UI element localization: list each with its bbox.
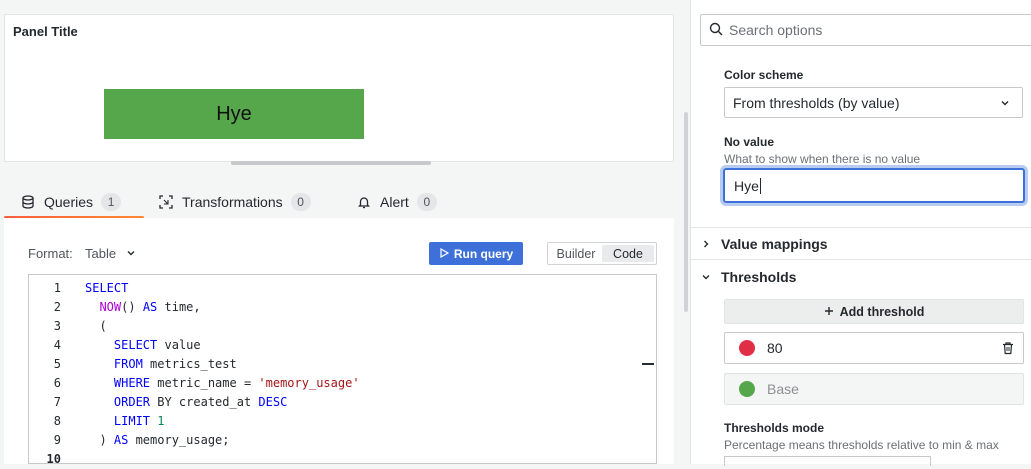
plus-icon (824, 305, 834, 319)
code-line: 7 ORDER BY created_at DESC (53, 395, 288, 409)
thresholds-mode-label: Thresholds mode (724, 421, 825, 435)
code-line: 9 ) AS memory_usage; (53, 433, 230, 447)
color-scheme-value: From thresholds (by value) (733, 94, 900, 111)
value-mappings-section[interactable]: Value mappings (701, 232, 828, 256)
chevron-down-icon (126, 246, 136, 261)
format-select[interactable]: Table (85, 246, 136, 261)
add-threshold-button[interactable]: Add threshold (724, 299, 1024, 324)
builder-mode-button[interactable]: Builder (550, 245, 602, 262)
add-threshold-label: Add threshold (839, 304, 925, 319)
search-options-input[interactable] (729, 22, 1019, 38)
left-scrollbar[interactable] (684, 112, 688, 312)
chevron-down-icon (1000, 95, 1010, 111)
editor-overview-marker (642, 363, 654, 365)
format-label: Format: (28, 246, 73, 261)
tab-alert[interactable]: Alert 0 (356, 186, 437, 218)
panel-preview: Panel Title Hye (4, 14, 674, 162)
tab-transformations-label: Transformations (182, 194, 283, 210)
panel-title[interactable]: Panel Title (13, 24, 78, 39)
no-value-label: No value (724, 135, 775, 149)
tab-transformations-count: 0 (290, 193, 311, 211)
tab-queries-count: 1 (101, 193, 122, 211)
chevron-down-icon (701, 269, 711, 285)
threshold-color-dot[interactable] (739, 381, 755, 397)
threshold-row[interactable]: 80 (724, 332, 1024, 364)
color-scheme-label: Color scheme (724, 68, 804, 82)
pane-resize-handle[interactable] (231, 161, 431, 165)
threshold-color-dot[interactable] (739, 340, 755, 356)
no-value-description: What to show when there is no value (724, 152, 921, 166)
query-editor-area: Format: Table Run query Builder Code 1 SE… (4, 218, 674, 466)
sql-code-editor[interactable]: 1 SELECT 2 NOW() AS time, 3 ( 4 SELECT va… (28, 274, 657, 466)
no-value-input[interactable]: Hye (723, 168, 1025, 203)
trash-icon[interactable] (1001, 341, 1015, 358)
tab-alert-count: 0 (416, 193, 437, 211)
stat-value: Hye (104, 89, 364, 139)
chevron-right-icon (701, 236, 711, 252)
bell-icon (356, 194, 372, 210)
color-scheme-select[interactable]: From thresholds (by value) (724, 87, 1023, 118)
search-options-box[interactable] (700, 14, 1031, 46)
options-pane: Color scheme From thresholds (by value) … (690, 0, 1031, 466)
section-divider (691, 259, 1031, 260)
tab-queries[interactable]: Queries 1 (20, 186, 122, 218)
database-icon (20, 194, 36, 210)
threshold-base-label: Base (767, 381, 799, 397)
text-caret (759, 177, 761, 194)
code-mode-button[interactable]: Code (602, 245, 654, 262)
code-line: 4 SELECT value (53, 338, 201, 352)
format-value: Table (85, 246, 117, 261)
tab-transformations[interactable]: Transformations 0 (158, 186, 311, 218)
code-line: 10 (46, 452, 61, 466)
thresholds-label: Thresholds (721, 269, 797, 285)
run-query-label: Run query (453, 246, 514, 261)
no-value-input-text: Hye (734, 177, 759, 194)
code-line: 2 NOW() AS time, (53, 300, 201, 314)
value-mappings-label: Value mappings (721, 236, 828, 252)
code-line: 5 FROM metrics_test (53, 357, 237, 371)
tab-queries-label: Queries (44, 194, 94, 210)
search-icon (709, 22, 723, 39)
threshold-value[interactable]: 80 (767, 340, 783, 356)
thresholds-mode-description: Percentage means thresholds relative to … (724, 438, 999, 452)
code-line: 8 LIMIT 1 (53, 414, 165, 428)
transform-icon (158, 194, 174, 210)
code-line: 6 WHERE metric_name = 'memory_usage' (53, 376, 360, 390)
tab-alert-label: Alert (380, 194, 409, 210)
thresholds-section[interactable]: Thresholds (701, 265, 796, 289)
editor-tabs: Queries 1 Transformations 0 Alert 0 (4, 186, 674, 219)
thresholds-mode-control[interactable] (724, 456, 931, 466)
threshold-row-base: Base (724, 373, 1024, 405)
code-line: 3 ( (53, 319, 107, 333)
play-icon (439, 247, 450, 261)
panel-editor-left: Panel Title Hye Queries 1 Transformation… (0, 0, 690, 466)
editor-mode-toggle: Builder Code (547, 242, 657, 265)
code-line: 1 SELECT (53, 281, 129, 295)
run-query-button[interactable]: Run query (429, 242, 523, 265)
section-divider (691, 227, 1031, 228)
